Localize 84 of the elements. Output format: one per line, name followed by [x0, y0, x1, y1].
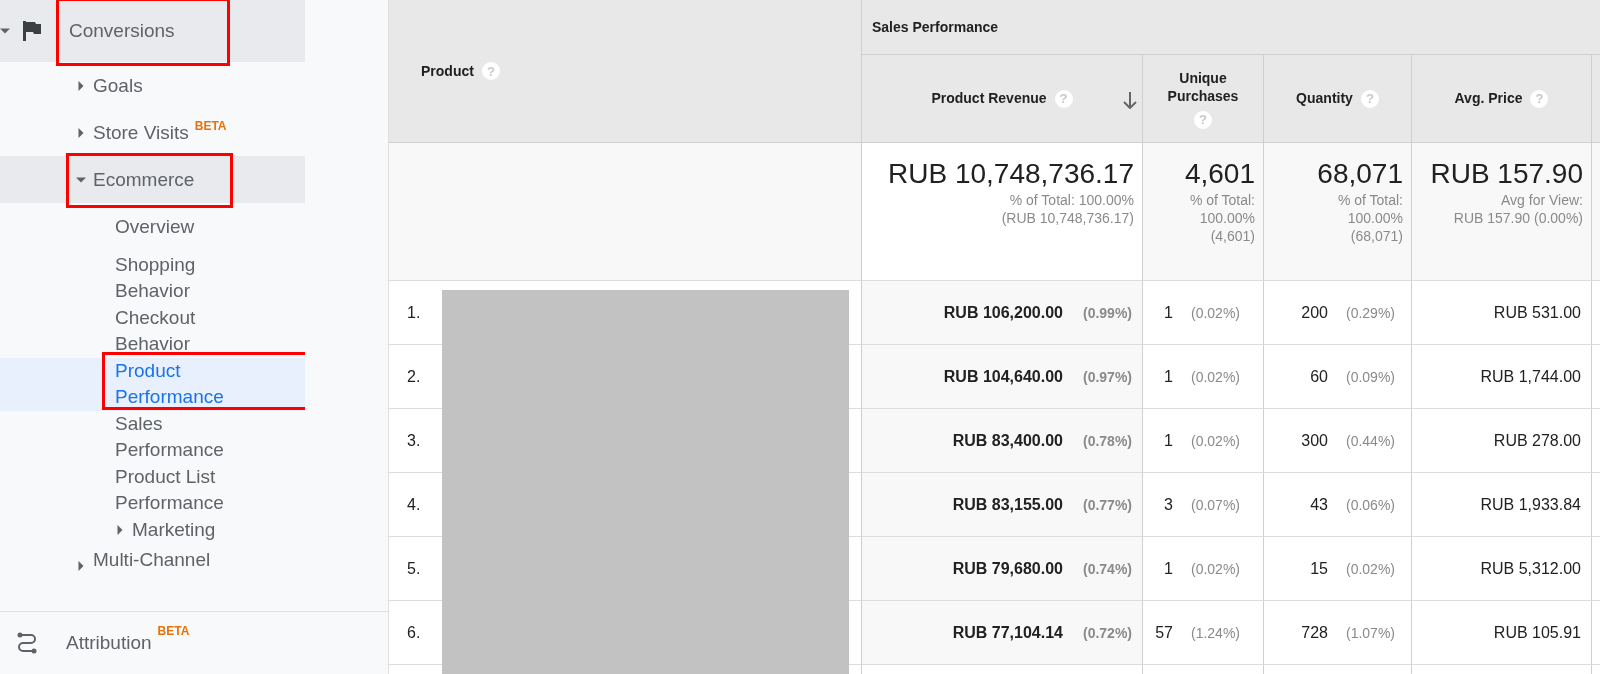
sidebar-item[interactable]: Marketing: [132, 516, 216, 543]
sidebar-item[interactable]: Store Visits: [93, 121, 189, 144]
table-cell-text: 60: [1309, 367, 1328, 386]
table-cell-text: 3: [1163, 495, 1173, 514]
total-note: % of Total: 100.00% (RUB 10,748,736.17): [1000, 191, 1134, 227]
column-header[interactable]: Product: [421, 63, 474, 79]
caret-right-icon[interactable]: [115, 524, 125, 535]
column-header[interactable]: Quantity: [1296, 89, 1353, 106]
table-cell: (0.02%): [1191, 304, 1241, 321]
table-cell: RUB 105.91: [1493, 623, 1581, 642]
arrow-down-icon[interactable]: [1122, 91, 1138, 109]
table-cell: RUB 278.00: [1493, 431, 1581, 450]
table-cell: (0.29%): [1346, 304, 1396, 321]
table-cell: RUB 106,200.00: [943, 303, 1063, 322]
table-cell: (0.09%): [1346, 368, 1396, 385]
table-cell: RUB 5,312.00: [1480, 559, 1581, 578]
sidebar-item[interactable]: Overview: [115, 214, 195, 241]
table-cell-text: 1: [1163, 431, 1173, 450]
sidebar-item[interactable]: Checkout Behavior: [115, 304, 255, 358]
sidebar-item[interactable]: Multi-Channel: [93, 547, 211, 573]
table-cell: RUB 77,104.14: [952, 623, 1063, 642]
sidebar-item[interactable]: Conversions: [69, 20, 175, 42]
table-cell-text: 300: [1300, 431, 1328, 450]
total-value: 4,601: [1183, 157, 1255, 191]
table-cell: RUB 1,744.00: [1480, 367, 1581, 386]
table-cell-text: 15: [1309, 559, 1328, 578]
group-header: Sales Performance: [872, 19, 999, 35]
table-cell-text: 1: [1163, 303, 1173, 322]
table-cell: RUB 104,640.00: [943, 367, 1063, 386]
sidebar-item[interactable]: Shopping Behavior: [115, 251, 255, 305]
route-icon: [16, 632, 38, 654]
total-note: % of Total: 100.00% (68,071): [1336, 191, 1403, 245]
table-cell: RUB 83,155.00: [952, 495, 1063, 514]
table-cell-text: 1: [1163, 367, 1173, 386]
total-note: Avg for View: RUB 157.90 (0.00%): [1452, 191, 1583, 227]
table-cell: (0.07%): [1191, 496, 1241, 513]
table-cell-text: 200: [1300, 303, 1328, 322]
sidebar-item[interactable]: Attribution: [66, 632, 152, 654]
sidebar-item[interactable]: Sales Performance: [115, 410, 255, 464]
table-cell: (0.78%): [1082, 432, 1132, 449]
table-cell: (0.44%): [1346, 432, 1396, 449]
table-cell-text: 43: [1309, 495, 1328, 514]
table-cell-text: 57: [1154, 623, 1173, 642]
column-header[interactable]: Avg. Price: [1454, 89, 1523, 106]
caret-down-icon[interactable]: [0, 26, 10, 36]
row-index: 1.: [407, 303, 421, 322]
row-index: 5.: [407, 559, 421, 578]
table-cell: (1.07%): [1346, 624, 1396, 641]
sidebar-item[interactable]: Ecommerce: [93, 168, 195, 191]
caret-right-icon[interactable]: [76, 561, 86, 571]
total-value: RUB 157.90: [1429, 157, 1583, 191]
table-cell: (0.02%): [1191, 432, 1241, 449]
sidebar-item[interactable]: Goals: [93, 74, 143, 97]
table-cell: RUB 79,680.00: [952, 559, 1063, 578]
table-cell: (0.02%): [1346, 560, 1396, 577]
total-value: RUB 10,748,736.17: [887, 157, 1134, 191]
column-header[interactable]: Unique Purchases: [1149, 68, 1257, 105]
table-cell: (1.24%): [1191, 624, 1241, 641]
table-cell: (0.72%): [1082, 624, 1132, 641]
table-cell-text: 728: [1300, 623, 1328, 642]
table-cell: RUB 1,933.84: [1480, 495, 1581, 514]
row-index: 2.: [407, 367, 421, 386]
beta-label: BETA: [194, 119, 227, 133]
table-cell-text: 1: [1163, 559, 1173, 578]
table-cell: RUB 531.00: [1493, 303, 1581, 322]
beta-label: BETA: [157, 624, 190, 638]
caret-right-icon[interactable]: [76, 80, 86, 91]
table-cell: (0.02%): [1191, 560, 1241, 577]
table-cell: (0.77%): [1082, 496, 1132, 513]
table-cell: (0.02%): [1191, 368, 1241, 385]
row-index: 6.: [407, 623, 421, 642]
table-cell: (0.97%): [1082, 368, 1132, 385]
total-note: % of Total: 100.00% (4,601): [1188, 191, 1255, 245]
row-index: 3.: [407, 431, 421, 450]
sidebar-item[interactable]: Product List Performance: [115, 463, 255, 517]
column-header[interactable]: Product Revenue: [931, 89, 1047, 106]
flag-icon: [23, 21, 41, 41]
table-cell: (0.99%): [1082, 304, 1132, 321]
table-cell: RUB 83,400.00: [952, 431, 1063, 450]
table-cell: (0.06%): [1346, 496, 1396, 513]
total-value: 68,071: [1316, 157, 1403, 191]
row-index: 4.: [407, 495, 421, 514]
table-cell: (0.74%): [1082, 560, 1132, 577]
caret-right-icon[interactable]: [76, 127, 86, 138]
